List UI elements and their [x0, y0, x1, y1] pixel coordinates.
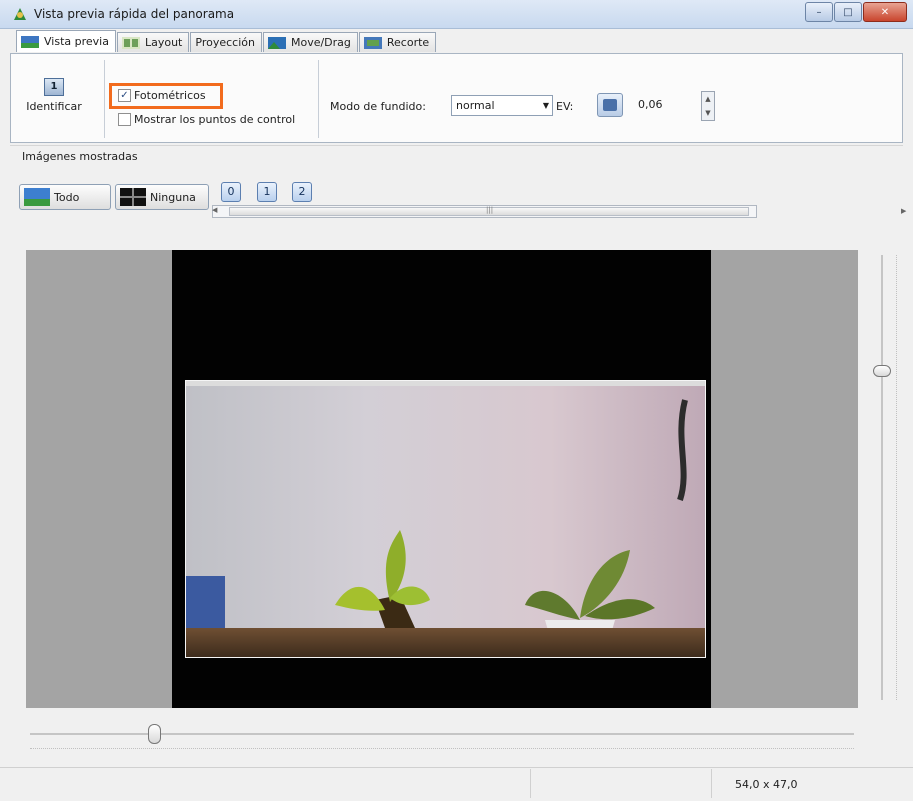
- panorama-preview: [172, 250, 711, 708]
- images-shown-label: Imágenes mostradas: [22, 150, 138, 163]
- images-scrollbar[interactable]: |||: [212, 205, 757, 218]
- image-toggle-2[interactable]: 2: [292, 182, 312, 202]
- tab-recorte[interactable]: Recorte: [358, 32, 437, 52]
- tab-move-drag[interactable]: Move/Drag: [262, 32, 358, 52]
- tab-label: Layout: [144, 36, 183, 49]
- horizontal-ticks: [30, 748, 854, 749]
- no-images-icon: [120, 188, 146, 206]
- auto-exposure-button[interactable]: [597, 93, 623, 117]
- hugin-app-icon: [14, 8, 26, 20]
- identify-icon: 1: [44, 78, 64, 96]
- blend-mode-value: normal: [456, 99, 495, 112]
- tab-vista-previa[interactable]: Vista previa: [16, 30, 116, 52]
- all-images-icon: [24, 188, 50, 206]
- scroll-left-icon[interactable]: ◀: [212, 206, 217, 214]
- image-toggle-0[interactable]: 0: [221, 182, 241, 202]
- separator: [318, 60, 319, 138]
- show-none-button[interactable]: Ninguna: [115, 184, 209, 210]
- minimize-button[interactable]: –: [805, 2, 833, 22]
- ev-input[interactable]: 0,06: [634, 95, 692, 116]
- panorama-image: [185, 380, 706, 658]
- fov-status: 54,0 x 47,0: [735, 778, 798, 791]
- scrollbar-thumb[interactable]: |||: [229, 206, 749, 216]
- show-none-label: Ninguna: [150, 190, 196, 204]
- vertical-slider-thumb[interactable]: [873, 365, 891, 377]
- image-outline: [185, 380, 706, 658]
- window-title: Vista previa rápida del panorama: [34, 7, 235, 21]
- identify-label: Identificar: [26, 100, 82, 113]
- tab-label: Proyección: [195, 36, 255, 49]
- show-control-points-checkbox[interactable]: Mostrar los puntos de control: [118, 113, 295, 126]
- preview-window: Vista previa rápida del panorama – □ ✕ V…: [0, 0, 913, 801]
- preview-icon: [21, 35, 39, 48]
- blend-mode-select[interactable]: normal ▼: [451, 95, 553, 116]
- image-toggle-1[interactable]: 1: [257, 182, 277, 202]
- move-drag-icon: [267, 36, 286, 49]
- tab-bar: Vista previa Layout Proyección Move/Drag…: [16, 30, 437, 54]
- spin-down-icon[interactable]: ▼: [702, 106, 714, 120]
- horizontal-slider-thumb[interactable]: [148, 724, 161, 744]
- separator: [104, 60, 105, 138]
- vertical-slider-track[interactable]: [881, 255, 883, 700]
- separator: [10, 145, 903, 146]
- tab-label: Vista previa: [44, 35, 109, 48]
- layout-icon: [121, 36, 140, 49]
- scroll-grip: |||: [486, 206, 494, 214]
- tab-label: Move/Drag: [290, 36, 351, 49]
- ev-label: EV:: [556, 100, 574, 113]
- crop-icon: [363, 36, 382, 49]
- tab-label: Recorte: [386, 36, 430, 49]
- chevron-down-icon: ▼: [542, 101, 549, 110]
- separator: [711, 769, 712, 798]
- highlight-box: [109, 83, 223, 109]
- vertical-ticks: [896, 255, 897, 700]
- checkbox-unchecked-icon: [118, 113, 131, 126]
- ev-spinner[interactable]: ▲ ▼: [701, 91, 715, 121]
- separator: [530, 769, 531, 798]
- maximize-button[interactable]: □: [834, 2, 862, 22]
- close-button[interactable]: ✕: [863, 2, 907, 22]
- window-controls: – □ ✕: [804, 2, 907, 22]
- blend-mode-label: Modo de fundido:: [330, 100, 426, 113]
- panorama-canvas[interactable]: [26, 250, 858, 708]
- scroll-right-icon[interactable]: ▶: [901, 207, 906, 215]
- identify-button[interactable]: 1 Identificar: [14, 70, 94, 130]
- show-all-label: Todo: [54, 190, 80, 204]
- show-all-button[interactable]: Todo: [19, 184, 111, 210]
- tab-proyeccion[interactable]: Proyección: [190, 32, 262, 52]
- exposure-icon: [603, 99, 617, 111]
- title-bar: Vista previa rápida del panorama – □ ✕: [0, 0, 913, 29]
- show-control-points-label: Mostrar los puntos de control: [134, 113, 296, 126]
- spin-up-icon[interactable]: ▲: [702, 92, 714, 106]
- tab-layout[interactable]: Layout: [116, 32, 190, 52]
